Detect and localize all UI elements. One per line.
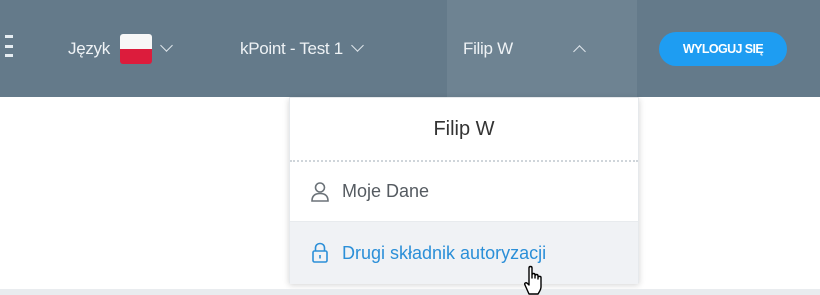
chevron-down-icon xyxy=(351,39,364,52)
user-dropdown-menu: Filip W Moje Dane Drugi składnik autoryz… xyxy=(289,97,639,284)
user-icon xyxy=(311,181,329,202)
hamburger-menu-icon[interactable] xyxy=(5,35,13,57)
menu-item-label: Moje Dane xyxy=(342,181,430,201)
content-divider xyxy=(0,289,820,295)
poland-flag-icon xyxy=(119,33,152,64)
menu-item-my-data[interactable]: Moje Dane xyxy=(290,162,638,222)
chevron-up-icon xyxy=(572,45,586,58)
language-selector[interactable]: Język xyxy=(68,0,173,97)
menu-item-label: Drugi składnik autoryzacji xyxy=(342,242,547,263)
logout-button[interactable]: WYLOGUJ SIĘ xyxy=(659,32,787,66)
chevron-down-icon xyxy=(160,39,173,52)
user-name-label: Filip W xyxy=(463,38,513,58)
user-menu-toggle[interactable]: Filip W xyxy=(447,0,637,97)
language-label: Język xyxy=(68,38,110,58)
lock-icon xyxy=(312,242,328,263)
dropdown-user-name: Filip W xyxy=(290,98,638,162)
menu-item-two-factor-auth[interactable]: Drugi składnik autoryzacji xyxy=(290,222,638,284)
hand-pointer-cursor-icon xyxy=(524,265,542,295)
account-selector[interactable]: kPoint - Test 1 xyxy=(240,0,364,97)
top-navbar: Język kPoint - Test 1 Filip W WYLOGUJ SI… xyxy=(0,0,820,97)
account-label: kPoint - Test 1 xyxy=(240,38,343,58)
